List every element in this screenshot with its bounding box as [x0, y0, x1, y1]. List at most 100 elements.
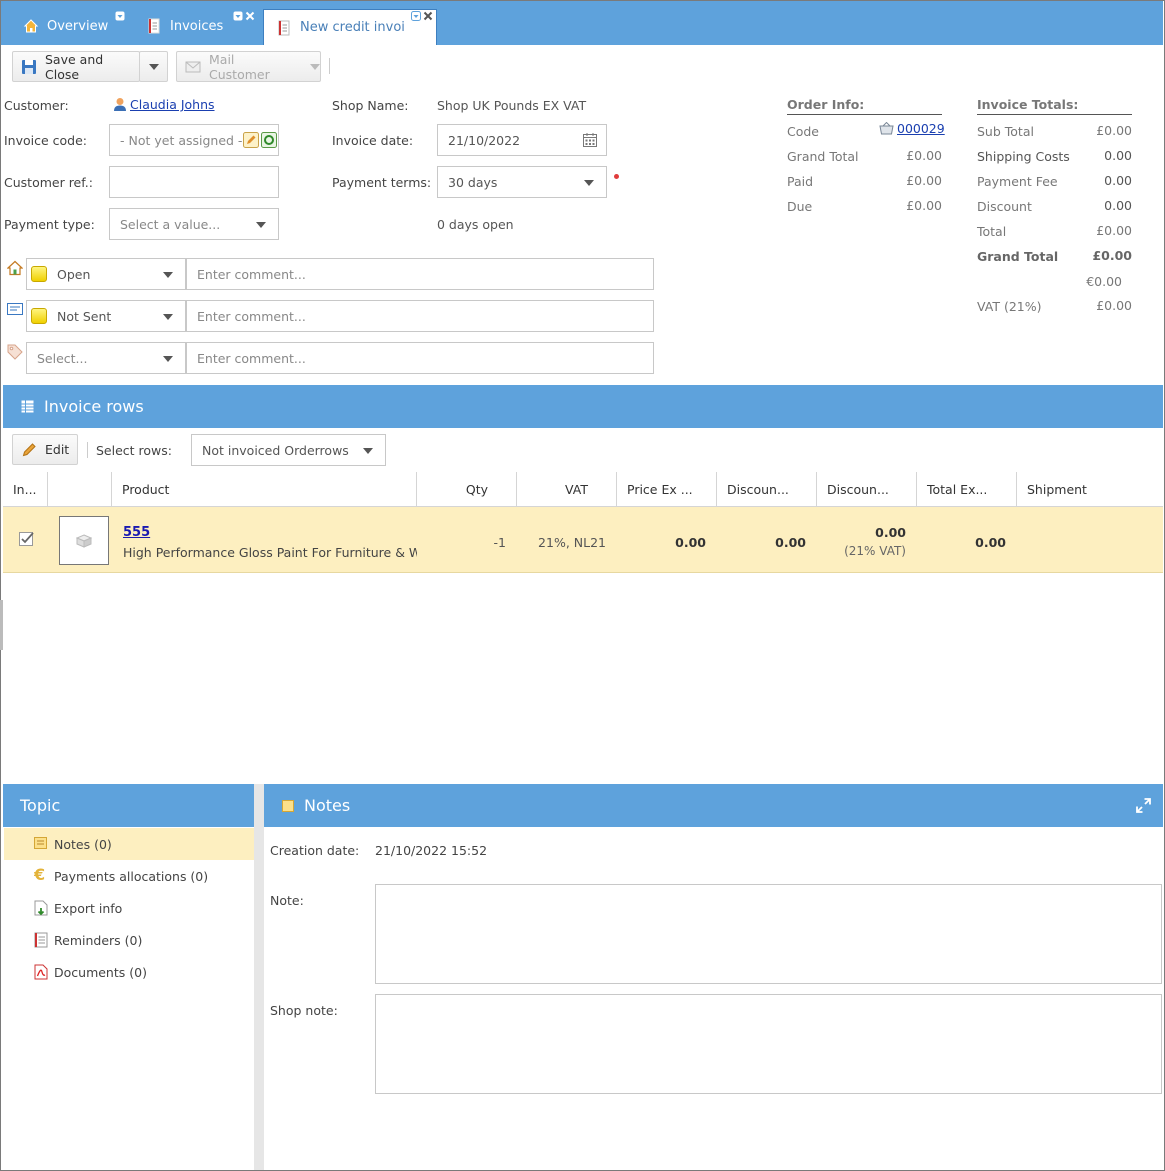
tab-menu-icon[interactable]	[233, 11, 243, 21]
column-header-qty[interactable]: Qty	[417, 472, 517, 507]
invoice-code-field[interactable]: - Not yet assigned -	[109, 124, 279, 156]
qty-cell[interactable]: -1	[417, 535, 506, 550]
chevron-down-icon	[163, 272, 173, 278]
column-header-vat[interactable]: VAT	[517, 472, 617, 507]
calendar-icon[interactable]	[583, 133, 597, 150]
order-due-value: £0.00	[906, 198, 942, 213]
send-status-select[interactable]: Not Sent	[26, 300, 186, 332]
order-code-value: 000029	[897, 121, 945, 136]
discount-label: Discount	[977, 199, 1032, 214]
topic-item-label: Documents (0)	[54, 964, 147, 980]
column-header-shipment[interactable]: Shipment	[1017, 472, 1163, 507]
customer-ref-field[interactable]	[109, 166, 279, 198]
order-due-label: Due	[787, 199, 813, 214]
chevron-down-icon	[163, 356, 173, 362]
tab-invoices[interactable]: Invoices	[146, 8, 223, 44]
topic-item-payments-allocations[interactable]: € Payments allocations (0)	[4, 860, 254, 892]
edit-button[interactable]: Edit	[12, 434, 78, 465]
required-indicator	[614, 174, 619, 179]
refresh-icon[interactable]	[261, 132, 277, 151]
status-comment-input[interactable]: Enter comment...	[186, 258, 654, 290]
invoice-status-select[interactable]: Open	[26, 258, 186, 290]
discount-2-vat-note: (21% VAT)	[844, 544, 906, 558]
product-code-link[interactable]: 555	[123, 525, 150, 540]
tab-overview[interactable]: Overview	[23, 8, 108, 44]
order-info-title: Order Info:	[787, 97, 942, 115]
svg-text:€: €	[34, 866, 45, 882]
invoice-rows-header: Invoice rows	[3, 385, 1163, 428]
chevron-down-icon	[148, 63, 159, 70]
column-header-discount-2[interactable]: Discoun...	[817, 472, 917, 507]
grand-total-value: £0.00	[1092, 248, 1132, 263]
product-code: 555	[123, 525, 151, 540]
vat-cell[interactable]: 21%, NL21	[517, 535, 606, 550]
save-icon	[21, 59, 37, 75]
notes-title: Notes	[304, 796, 351, 815]
discount-cell[interactable]: 0.00	[717, 535, 806, 550]
home-icon	[23, 18, 39, 34]
invoice-status-value: Open	[57, 266, 91, 282]
expand-icon[interactable]	[1136, 798, 1151, 817]
checkbox-checked-icon[interactable]	[19, 531, 35, 550]
splitter-handle[interactable]	[0, 600, 3, 650]
table-row[interactable]: 555 High Performance Gloss Paint For Fur…	[3, 507, 1163, 573]
close-icon[interactable]	[245, 11, 255, 21]
euro-icon: €	[33, 865, 48, 884]
product-thumbnail[interactable]	[59, 516, 109, 565]
invoice-date-value: 21/10/2022	[448, 132, 521, 148]
grand-total-label: Grand Total	[977, 249, 1059, 264]
payment-terms-select[interactable]: 30 days	[437, 166, 607, 198]
topic-item-notes[interactable]: Notes (0)	[4, 828, 254, 860]
shop-name-label: Shop Name:	[332, 98, 409, 113]
invoice-code-label: Invoice code:	[4, 133, 88, 148]
save-and-close-button[interactable]: Save and Close	[12, 51, 140, 82]
select-rows-dropdown[interactable]: Not invoiced Orderrows	[191, 434, 386, 466]
send-comment-input[interactable]: Enter comment...	[186, 300, 654, 332]
payment-fee-label: Payment Fee	[977, 174, 1058, 189]
column-header-product[interactable]: Product	[112, 472, 417, 507]
topic-item-label: Payments allocations (0)	[54, 868, 209, 884]
discount-2-cell[interactable]: 0.00	[817, 525, 906, 540]
save-options-dropdown[interactable]	[139, 51, 168, 82]
tab-menu-icon[interactable]	[115, 11, 125, 21]
topic-item-label: Notes (0)	[54, 836, 112, 852]
select-rows-value: Not invoiced Orderrows	[202, 442, 349, 458]
topic-item-documents[interactable]: Documents (0)	[4, 956, 254, 988]
topic-item-label: Export info	[54, 900, 123, 916]
chevron-down-icon	[310, 63, 320, 70]
topic-header: Topic	[3, 784, 254, 827]
comment-placeholder: Enter comment...	[197, 308, 306, 324]
column-header-invoiced[interactable]: In...	[3, 472, 48, 507]
customer-label: Customer:	[4, 98, 69, 113]
tag-select[interactable]: Select...	[26, 342, 186, 374]
tab-menu-icon[interactable]	[411, 11, 421, 21]
price-ex-cell[interactable]: 0.00	[617, 535, 706, 550]
close-icon[interactable]	[423, 11, 433, 21]
order-code-link[interactable]: 000029	[879, 121, 945, 136]
notes-icon	[34, 836, 48, 852]
tag-comment-input[interactable]: Enter comment...	[186, 342, 654, 374]
chevron-down-icon	[163, 314, 173, 320]
customer-link[interactable]: Claudia Johns	[113, 97, 215, 112]
panel-splitter[interactable]	[254, 784, 264, 1170]
basket-icon	[879, 122, 894, 135]
topic-item-export-info[interactable]: Export info	[4, 892, 254, 924]
mail-customer-button[interactable]: Mail Customer	[176, 51, 321, 82]
column-header-price-ex[interactable]: Price Ex ...	[617, 472, 717, 507]
total-ex-cell[interactable]: 0.00	[917, 535, 1006, 550]
column-header-total-ex[interactable]: Total Ex...	[917, 472, 1017, 507]
topic-item-reminders[interactable]: Reminders (0)	[4, 924, 254, 956]
pencil-icon[interactable]	[243, 132, 259, 151]
column-header-discount[interactable]: Discoun...	[717, 472, 817, 507]
invoice-rows-title: Invoice rows	[44, 397, 144, 416]
invoice-date-field[interactable]: 21/10/2022	[437, 124, 607, 156]
select-rows-label: Select rows:	[96, 443, 172, 458]
shop-note-textarea[interactable]	[375, 994, 1162, 1094]
vat-label: VAT (21%)	[977, 299, 1042, 314]
vat-value: £0.00	[1096, 298, 1132, 313]
note-textarea[interactable]	[375, 884, 1162, 984]
payment-type-select[interactable]: Select a value...	[109, 208, 279, 240]
toolbar-divider	[87, 442, 88, 458]
toolbar-divider	[329, 58, 330, 74]
column-header-image[interactable]	[48, 472, 112, 507]
